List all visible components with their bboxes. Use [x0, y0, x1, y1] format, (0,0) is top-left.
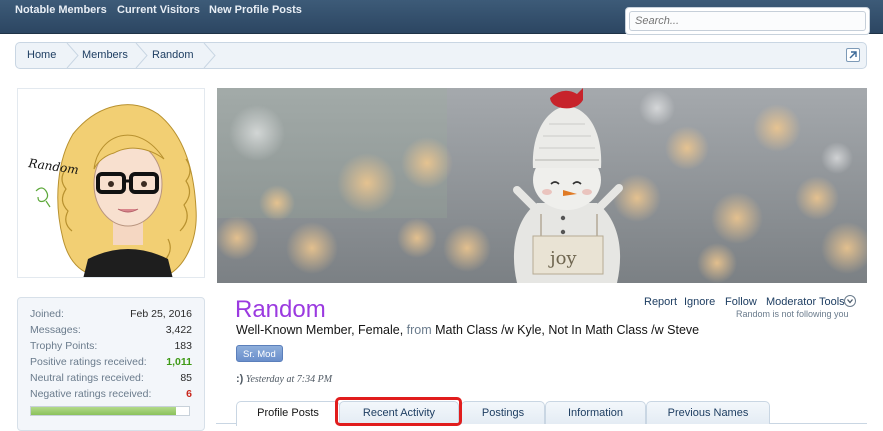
stat-value[interactable]: 1,011 — [166, 354, 192, 370]
profile-user-title: Well-Known Member, Female, from Math Cla… — [236, 323, 699, 337]
banner-image: joy — [217, 88, 867, 283]
jump-to-page-icon[interactable] — [846, 48, 860, 62]
nav-link-new-profile-posts[interactable]: New Profile Posts — [209, 4, 302, 16]
stat-label: Messages: — [30, 324, 81, 336]
stat-label: Neutral ratings received: — [30, 372, 144, 384]
chevron-down-icon[interactable] — [844, 295, 856, 307]
status-timestamp[interactable]: Yesterday at 7:34 PM — [246, 374, 332, 385]
stat-row-positive-ratings: Positive ratings received: 1,011 — [30, 354, 192, 370]
report-link[interactable]: Report — [644, 296, 677, 308]
status-smiley-icon: :) — [236, 373, 244, 385]
stat-value[interactable]: 3,422 — [166, 322, 192, 338]
stat-label: Positive ratings received: — [30, 356, 147, 368]
tab-profile-posts[interactable]: Profile Posts — [236, 401, 340, 426]
banner-sign-text: joy — [548, 248, 577, 269]
stat-value: Feb 25, 2016 — [130, 308, 192, 320]
user-title-text: Well-Known Member, Female, — [236, 323, 407, 337]
stat-row-neutral-ratings: Neutral ratings received: 85 — [30, 370, 192, 386]
tab-postings[interactable]: Postings — [461, 401, 545, 424]
stat-row-joined: Joined: Feb 25, 2016 — [30, 306, 192, 322]
nav-link-current-visitors[interactable]: Current Visitors — [117, 4, 200, 16]
moderator-tools-link[interactable]: Moderator Tools — [766, 296, 845, 308]
breadcrumb-home[interactable]: Home — [27, 43, 56, 68]
breadcrumb-separator-icon — [135, 43, 148, 68]
nav-link-notable-members[interactable]: Notable Members — [15, 4, 107, 16]
tab-information[interactable]: Information — [545, 401, 646, 424]
avatar[interactable]: Random — [17, 88, 205, 278]
breadcrumb-separator-icon — [203, 43, 216, 68]
stat-value[interactable]: 183 — [174, 338, 192, 354]
stat-row-trophy-points: Trophy Points: 183 — [30, 338, 192, 354]
user-from-label: from — [406, 323, 432, 337]
breadcrumb-random[interactable]: Random — [152, 43, 194, 68]
breadcrumb-members[interactable]: Members — [82, 43, 128, 68]
follow-status-note: Random is not following you — [736, 309, 849, 319]
follow-link[interactable]: Follow — [725, 296, 757, 308]
user-banner-badge: Sr. Mod — [236, 345, 283, 362]
member-stats: Joined: Feb 25, 2016 Messages: 3,422 Tro… — [17, 297, 205, 431]
profile-status: :) Yesterday at 7:34 PM — [236, 373, 332, 385]
tab-previous-names[interactable]: Previous Names — [646, 401, 770, 424]
search-box — [625, 7, 870, 35]
stat-label: Trophy Points: — [30, 340, 98, 352]
breadcrumb-separator-icon — [66, 43, 79, 68]
ignore-link[interactable]: Ignore — [684, 296, 715, 308]
breadcrumb: Home Members Random — [15, 42, 867, 69]
stat-row-negative-ratings: Negative ratings received: 6 — [30, 386, 192, 402]
avatar-illustration: Random — [27, 104, 197, 277]
profile-banner: joy — [217, 88, 867, 283]
rating-bar-fill — [31, 407, 177, 415]
search-input[interactable] — [629, 11, 866, 31]
rating-bar — [30, 406, 190, 416]
stat-label: Negative ratings received: — [30, 388, 152, 400]
annotation-highlight — [335, 397, 462, 426]
user-location: Math Class /w Kyle, Not In Math Class /w… — [431, 323, 700, 337]
profile-username: Random — [235, 296, 326, 323]
stat-row-messages: Messages: 3,422 — [30, 322, 192, 338]
stat-value[interactable]: 6 — [186, 386, 192, 402]
stat-value[interactable]: 85 — [180, 370, 192, 386]
stat-label: Joined: — [30, 308, 64, 320]
